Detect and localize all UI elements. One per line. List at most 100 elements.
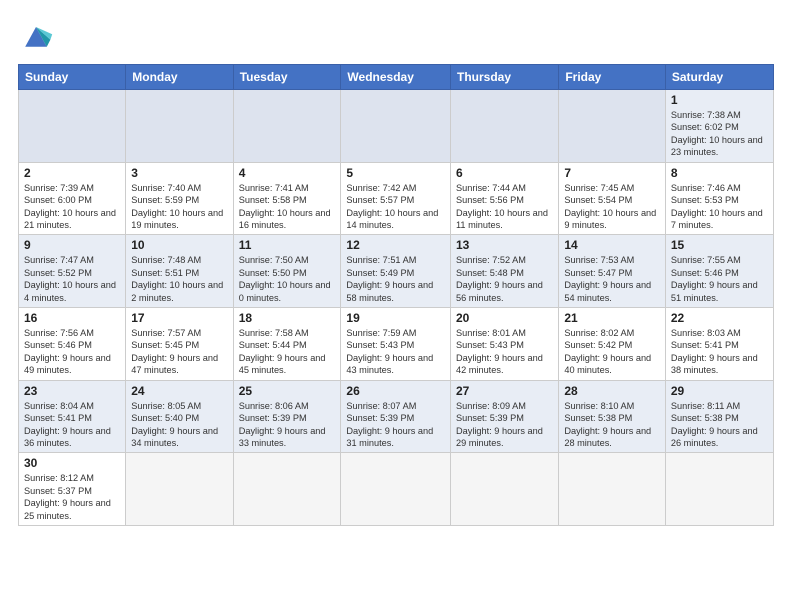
- calendar-cell: 21Sunrise: 8:02 AM Sunset: 5:42 PM Dayli…: [559, 308, 666, 381]
- calendar-header-row: SundayMondayTuesdayWednesdayThursdayFrid…: [19, 65, 774, 90]
- calendar-cell: 22 Sunrise: 8:03 AM Sunset: 5:41 PM Dayli…: [665, 308, 773, 381]
- day-info: Sunrise: 7:41 AM Sunset: 5:58 PM Dayligh…: [239, 182, 336, 232]
- calendar-cell: 19 Sunrise: 7:59 AM Sunset: 5:43 PM Dayli…: [341, 308, 451, 381]
- day-number: 13: [456, 238, 553, 252]
- day-number: 24: [131, 384, 227, 398]
- day-info: Sunrise: 7:48 AM Sunset: 5:51 PM Dayligh…: [131, 254, 227, 304]
- calendar-cell: [341, 90, 451, 163]
- calendar-cell: 27 Sunrise: 8:09 AM Sunset: 5:39 PM Dayli…: [451, 380, 559, 453]
- calendar-cell: 10 Sunrise: 7:48 AM Sunset: 5:51 PM Dayli…: [126, 235, 233, 308]
- day-info: Sunrise: 8:03 AM Sunset: 5:41 PM Dayligh…: [671, 327, 768, 377]
- calendar-cell: [126, 90, 233, 163]
- day-info: Sunrise: 7:40 AM Sunset: 5:59 PM Dayligh…: [131, 182, 227, 232]
- calendar-cell: 9Sunrise: 7:47 AM Sunset: 5:52 PM Daylig…: [19, 235, 126, 308]
- calendar-cell: 18 Sunrise: 7:58 AM Sunset: 5:44 PM Dayli…: [233, 308, 341, 381]
- day-info: Sunrise: 7:53 AM Sunset: 5:47 PM Dayligh…: [564, 254, 660, 304]
- calendar-cell: 6Sunrise: 7:44 AM Sunset: 5:56 PM Daylig…: [451, 162, 559, 235]
- calendar-header-sunday: Sunday: [19, 65, 126, 90]
- calendar-cell: 8 Sunrise: 7:46 AM Sunset: 5:53 PM Daylig…: [665, 162, 773, 235]
- day-number: 19: [346, 311, 445, 325]
- day-number: 23: [24, 384, 120, 398]
- calendar-cell: 26Sunrise: 8:07 AM Sunset: 5:39 PM Dayli…: [341, 380, 451, 453]
- day-number: 27: [456, 384, 553, 398]
- calendar-cell: 12 Sunrise: 7:51 AM Sunset: 5:49 PM Dayli…: [341, 235, 451, 308]
- page: SundayMondayTuesdayWednesdayThursdayFrid…: [0, 0, 792, 612]
- calendar-week-row: 23 Sunrise: 8:04 AM Sunset: 5:41 PM Dayli…: [19, 380, 774, 453]
- calendar-cell: [19, 90, 126, 163]
- calendar-week-row: 16 Sunrise: 7:56 AM Sunset: 5:46 PM Dayli…: [19, 308, 774, 381]
- day-info: Sunrise: 8:01 AM Sunset: 5:43 PM Dayligh…: [456, 327, 553, 377]
- calendar-cell: [126, 453, 233, 526]
- calendar-week-row: 30Sunrise: 8:12 AM Sunset: 5:37 PM Dayli…: [19, 453, 774, 526]
- day-info: Sunrise: 7:56 AM Sunset: 5:46 PM Dayligh…: [24, 327, 120, 377]
- logo: [18, 18, 60, 54]
- calendar-header-wednesday: Wednesday: [341, 65, 451, 90]
- calendar-cell: 5Sunrise: 7:42 AM Sunset: 5:57 PM Daylig…: [341, 162, 451, 235]
- day-number: 4: [239, 166, 336, 180]
- day-number: 28: [564, 384, 660, 398]
- calendar-cell: 20 Sunrise: 8:01 AM Sunset: 5:43 PM Dayli…: [451, 308, 559, 381]
- calendar-cell: [233, 453, 341, 526]
- calendar-cell: 14 Sunrise: 7:53 AM Sunset: 5:47 PM Dayli…: [559, 235, 666, 308]
- day-info: Sunrise: 7:52 AM Sunset: 5:48 PM Dayligh…: [456, 254, 553, 304]
- day-info: Sunrise: 7:44 AM Sunset: 5:56 PM Dayligh…: [456, 182, 553, 232]
- day-info: Sunrise: 7:45 AM Sunset: 5:54 PM Dayligh…: [564, 182, 660, 232]
- day-number: 30: [24, 456, 120, 470]
- day-number: 12: [346, 238, 445, 252]
- calendar-cell: 17 Sunrise: 7:57 AM Sunset: 5:45 PM Dayli…: [126, 308, 233, 381]
- calendar-cell: 30Sunrise: 8:12 AM Sunset: 5:37 PM Dayli…: [19, 453, 126, 526]
- calendar-cell: [451, 453, 559, 526]
- calendar-cell: 11 Sunrise: 7:50 AM Sunset: 5:50 PM Dayli…: [233, 235, 341, 308]
- day-number: 5: [346, 166, 445, 180]
- calendar-header-saturday: Saturday: [665, 65, 773, 90]
- day-number: 18: [239, 311, 336, 325]
- calendar-header-thursday: Thursday: [451, 65, 559, 90]
- day-number: 8: [671, 166, 768, 180]
- day-number: 20: [456, 311, 553, 325]
- calendar-cell: [559, 90, 666, 163]
- day-info: Sunrise: 8:04 AM Sunset: 5:41 PM Dayligh…: [24, 400, 120, 450]
- calendar-table: SundayMondayTuesdayWednesdayThursdayFrid…: [18, 64, 774, 526]
- day-info: Sunrise: 7:59 AM Sunset: 5:43 PM Dayligh…: [346, 327, 445, 377]
- day-info: Sunrise: 8:07 AM Sunset: 5:39 PM Dayligh…: [346, 400, 445, 450]
- calendar-cell: [559, 453, 666, 526]
- day-info: Sunrise: 8:11 AM Sunset: 5:38 PM Dayligh…: [671, 400, 768, 450]
- day-info: Sunrise: 7:47 AM Sunset: 5:52 PM Dayligh…: [24, 254, 120, 304]
- day-number: 25: [239, 384, 336, 398]
- day-number: 11: [239, 238, 336, 252]
- day-info: Sunrise: 8:05 AM Sunset: 5:40 PM Dayligh…: [131, 400, 227, 450]
- calendar-week-row: 2 Sunrise: 7:39 AM Sunset: 6:00 PM Daylig…: [19, 162, 774, 235]
- day-info: Sunrise: 7:38 AM Sunset: 6:02 PM Dayligh…: [671, 109, 768, 159]
- calendar-header-tuesday: Tuesday: [233, 65, 341, 90]
- day-info: Sunrise: 7:55 AM Sunset: 5:46 PM Dayligh…: [671, 254, 768, 304]
- calendar-week-row: 9Sunrise: 7:47 AM Sunset: 5:52 PM Daylig…: [19, 235, 774, 308]
- calendar-cell: 28 Sunrise: 8:10 AM Sunset: 5:38 PM Dayli…: [559, 380, 666, 453]
- day-info: Sunrise: 8:10 AM Sunset: 5:38 PM Dayligh…: [564, 400, 660, 450]
- day-number: 22: [671, 311, 768, 325]
- calendar-cell: [341, 453, 451, 526]
- calendar-header-friday: Friday: [559, 65, 666, 90]
- day-info: Sunrise: 7:58 AM Sunset: 5:44 PM Dayligh…: [239, 327, 336, 377]
- day-number: 7: [564, 166, 660, 180]
- day-info: Sunrise: 7:51 AM Sunset: 5:49 PM Dayligh…: [346, 254, 445, 304]
- day-number: 1: [671, 93, 768, 107]
- day-number: 29: [671, 384, 768, 398]
- day-number: 14: [564, 238, 660, 252]
- calendar-cell: 1 Sunrise: 7:38 AM Sunset: 6:02 PM Daylig…: [665, 90, 773, 163]
- day-info: Sunrise: 7:57 AM Sunset: 5:45 PM Dayligh…: [131, 327, 227, 377]
- day-info: Sunrise: 7:50 AM Sunset: 5:50 PM Dayligh…: [239, 254, 336, 304]
- calendar-cell: 25 Sunrise: 8:06 AM Sunset: 5:39 PM Dayli…: [233, 380, 341, 453]
- calendar-cell: 7 Sunrise: 7:45 AM Sunset: 5:54 PM Daylig…: [559, 162, 666, 235]
- day-info: Sunrise: 8:02 AM Sunset: 5:42 PM Dayligh…: [564, 327, 660, 377]
- day-info: Sunrise: 8:09 AM Sunset: 5:39 PM Dayligh…: [456, 400, 553, 450]
- day-number: 16: [24, 311, 120, 325]
- day-info: Sunrise: 7:39 AM Sunset: 6:00 PM Dayligh…: [24, 182, 120, 232]
- day-info: Sunrise: 7:46 AM Sunset: 5:53 PM Dayligh…: [671, 182, 768, 232]
- day-number: 15: [671, 238, 768, 252]
- day-info: Sunrise: 8:06 AM Sunset: 5:39 PM Dayligh…: [239, 400, 336, 450]
- day-number: 3: [131, 166, 227, 180]
- day-number: 2: [24, 166, 120, 180]
- day-number: 17: [131, 311, 227, 325]
- day-number: 10: [131, 238, 227, 252]
- calendar-cell: 24 Sunrise: 8:05 AM Sunset: 5:40 PM Dayli…: [126, 380, 233, 453]
